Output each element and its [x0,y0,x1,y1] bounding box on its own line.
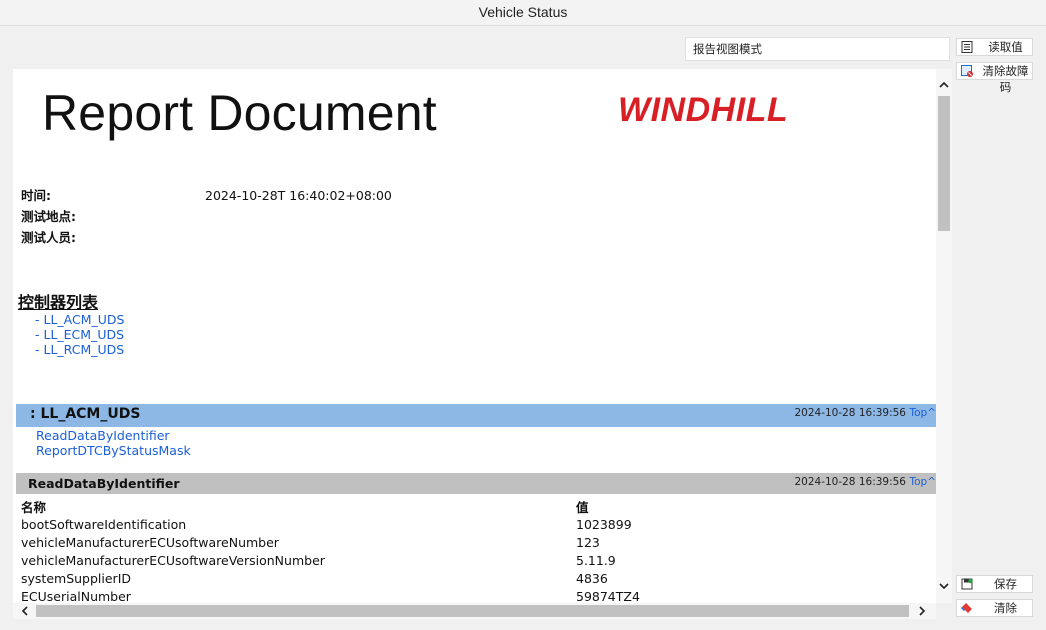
controller-list-heading: 控制器列表 [18,293,99,312]
table-cell-value: 1023899 [576,517,632,532]
table-header-name: 名称 [21,500,47,515]
clear-dtc-button[interactable]: 清除故障码 [956,62,1033,94]
table-cell-value: 5.11.9 [576,553,616,568]
horizontal-scroll-thumb[interactable] [36,605,909,617]
save-button[interactable]: 保存 [956,575,1033,593]
report-title: Report Document [42,85,437,141]
service-link-report-dtc[interactable]: ReportDTCByStatusMask [36,443,191,458]
vertical-scrollbar[interactable] [936,69,952,603]
ecu-section-name: : LL_ACM_UDS [30,406,141,422]
clear-dtc-label: 清除故障码 [982,64,1029,94]
table-cell-name: bootSoftwareIdentification [21,517,187,532]
table-cell-name: systemSupplierID [21,571,132,586]
clear-label: 清除 [994,601,1017,615]
service-section-header: ReadDataByIdentifier 2024-10-28 16:39:56… [16,473,936,494]
table-cell-name: vehicleManufacturerECUsoftwareVersionNum… [21,553,325,568]
vertical-scroll-thumb[interactable] [938,96,950,231]
service-section-timestamp: 2024-10-28 16:39:56 [794,476,906,488]
save-label: 保存 [994,577,1017,591]
clear-button[interactable]: 清除 [956,599,1033,617]
service-top-link[interactable]: Top^ [909,476,936,488]
info-time-row: 时间: 2024-10-28T 16:40:02+08:00 [21,185,392,204]
tester-label: 测试人员: [21,230,76,245]
window-title: Vehicle Status [0,0,1046,26]
table-cell-value: 4836 [576,571,608,586]
table-cell-value: 59874TZ4 [576,589,640,603]
time-label: 时间: [21,188,51,203]
image-clear-icon [961,65,973,77]
eraser-icon [961,603,972,613]
read-values-button[interactable]: 读取值 [956,38,1033,56]
toc-link-rcm[interactable]: - LL_RCM_UDS [35,342,124,357]
info-location-row: 测试地点: [21,206,205,225]
scroll-down-icon[interactable] [938,580,950,592]
scroll-up-icon[interactable] [938,79,950,91]
table-header-value: 值 [576,500,589,515]
service-link-read-data[interactable]: ReadDataByIdentifier [36,428,170,443]
scroll-left-icon[interactable] [19,605,31,617]
horizontal-scrollbar[interactable] [13,603,936,619]
ecu-section-header: : LL_ACM_UDS 2024-10-28 16:39:56 Top^ [16,404,936,427]
location-label: 测试地点: [21,209,76,224]
info-tester-row: 测试人员: [21,227,205,246]
toc-link-ecm[interactable]: - LL_ECM_UDS [35,327,124,342]
read-values-label: 读取值 [988,40,1023,54]
toc-link-acm[interactable]: - LL_ACM_UDS [35,312,124,327]
scroll-right-icon[interactable] [916,605,928,617]
save-icon [961,578,973,590]
service-section-name: ReadDataByIdentifier [28,476,180,491]
ecu-top-link[interactable]: Top^ [909,407,936,419]
view-mode-field[interactable]: 报告视图模式 [685,37,950,61]
report-document[interactable]: Report Document WINDHILL 时间: 2024-10-28T … [13,69,936,603]
ecu-section-timestamp: 2024-10-28 16:39:56 [794,407,906,419]
table-cell-name: ECUserialNumber [21,589,131,603]
table-cell-value: 123 [576,535,600,550]
table-cell-name: vehicleManufacturerECUsoftwareNumber [21,535,279,550]
document-list-icon [961,41,973,53]
time-value: 2024-10-28T 16:40:02+08:00 [205,188,392,203]
windhill-logo: WINDHILL [618,91,789,129]
